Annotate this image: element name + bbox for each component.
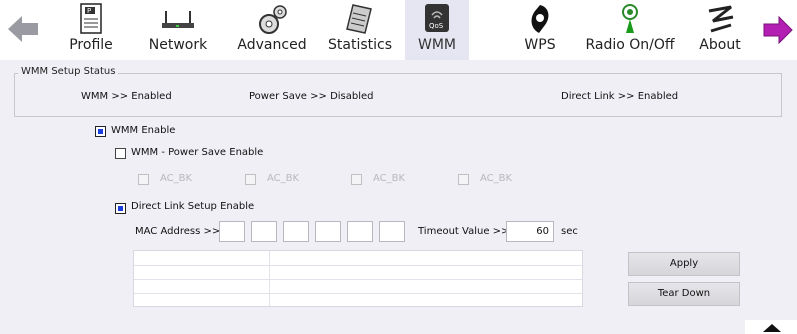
apply-button[interactable]: Apply xyxy=(628,252,740,276)
timeout-input[interactable]: 60 xyxy=(506,221,554,242)
toolbar-item-advanced[interactable]: Advanced xyxy=(230,0,314,60)
toolbar-item-wmm[interactable]: QoS WMM xyxy=(405,0,469,60)
toolbar-item-statistics[interactable]: Statistics xyxy=(320,0,400,60)
qos-icon-text: QoS xyxy=(429,22,444,30)
wmm-status-group: WMM Setup Status WMM >> Enabled Power Sa… xyxy=(14,66,782,117)
wmm-qos-icon: QoS xyxy=(425,4,449,32)
toolbar-label-radio: Radio On/Off xyxy=(585,37,675,53)
toolbar-label-profile: Profile xyxy=(69,37,113,53)
forward-arrow-icon[interactable] xyxy=(762,16,794,44)
ac-bk-checkbox-1[interactable] xyxy=(138,174,149,185)
wmm-enable-checkbox[interactable] xyxy=(95,126,106,137)
toolbar-label-advanced: Advanced xyxy=(237,37,307,53)
toolbar-label-wps: WPS xyxy=(524,37,556,53)
direct-link-enable-checkbox[interactable] xyxy=(115,203,126,214)
toolbar: P Profile Network Advanced Statistics Qo… xyxy=(0,0,797,60)
toolbar-label-about: About xyxy=(699,37,741,53)
back-arrow-icon[interactable] xyxy=(6,14,40,44)
ac-bk-checkbox-3[interactable] xyxy=(351,174,362,185)
power-save-enable-label: WMM - Power Save Enable xyxy=(131,147,264,158)
table-row[interactable] xyxy=(134,279,582,280)
collapse-up-icon[interactable] xyxy=(745,320,797,334)
mac-address-octet-3[interactable] xyxy=(283,221,309,242)
wmm-enable-label: WMM Enable xyxy=(111,125,176,136)
ac-option-label-2: AC_BK xyxy=(267,173,300,184)
advanced-icon xyxy=(259,5,287,34)
statistics-icon xyxy=(346,4,372,34)
timeout-label: Timeout Value >> xyxy=(418,226,510,237)
tear-down-button[interactable]: Tear Down xyxy=(628,282,740,306)
mac-address-octet-4[interactable] xyxy=(315,221,341,242)
toolbar-item-about[interactable]: About xyxy=(690,0,750,60)
toolbar-label-network: Network xyxy=(148,37,208,53)
timeout-unit: sec xyxy=(561,226,578,237)
ac-option-label-1: AC_BK xyxy=(160,173,193,184)
ac-bk-checkbox-2[interactable] xyxy=(245,174,256,185)
svg-text:P: P xyxy=(87,7,91,15)
status-legend: WMM Setup Status xyxy=(18,66,119,77)
wmm-status: WMM >> Enabled xyxy=(81,91,172,102)
ac-bk-checkbox-4[interactable] xyxy=(458,174,469,185)
power-save-enable-checkbox[interactable] xyxy=(115,148,126,159)
direct-link-enable-label: Direct Link Setup Enable xyxy=(131,201,255,212)
toolbar-label-statistics: Statistics xyxy=(328,37,392,53)
toolbar-item-profile[interactable]: P Profile xyxy=(58,0,124,60)
network-icon xyxy=(162,11,194,28)
toolbar-label-wmm: WMM xyxy=(417,37,456,53)
direct-link-table xyxy=(133,250,583,307)
mac-address-octet-2[interactable] xyxy=(251,221,277,242)
table-row[interactable] xyxy=(134,293,582,294)
about-icon xyxy=(708,5,734,33)
table-row[interactable] xyxy=(134,265,582,266)
mac-address-octet-6[interactable] xyxy=(379,221,405,242)
ac-option-label-4: AC_BK xyxy=(480,173,513,184)
toolbar-item-network[interactable]: Network xyxy=(140,0,216,60)
power-save-status: Power Save >> Disabled xyxy=(249,91,374,102)
direct-link-status: Direct Link >> Enabled xyxy=(561,91,679,102)
mac-address-label: MAC Address >> xyxy=(135,226,221,237)
profile-icon: P xyxy=(80,3,102,34)
mac-address-octet-5[interactable] xyxy=(347,221,373,242)
ac-option-label-3: AC_BK xyxy=(373,173,406,184)
radio-icon xyxy=(622,4,638,33)
toolbar-item-wps[interactable]: WPS xyxy=(508,0,572,60)
wps-icon xyxy=(531,5,549,33)
mac-address-octet-1[interactable] xyxy=(219,221,245,242)
toolbar-item-radio[interactable]: Radio On/Off xyxy=(582,0,678,60)
